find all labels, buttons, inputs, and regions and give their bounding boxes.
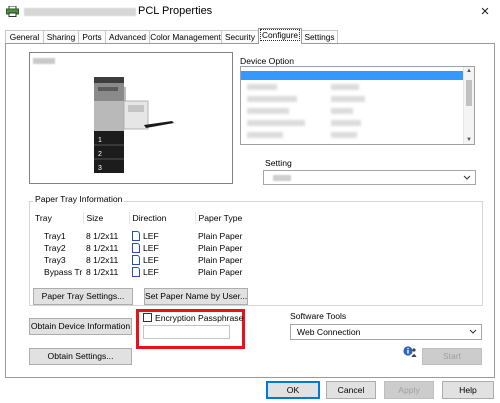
- tray-name: Tray3: [44, 255, 66, 265]
- document-lef-icon: [132, 255, 140, 265]
- document-lef-icon: [132, 243, 140, 253]
- model-name-redacted: [33, 58, 55, 64]
- obtain-settings-button[interactable]: Obtain Settings...: [29, 348, 132, 365]
- info-person-icon[interactable]: [402, 346, 418, 358]
- scroll-thumb[interactable]: [466, 80, 472, 106]
- close-icon[interactable]: ×: [472, 2, 498, 22]
- column-header-size: Size: [82, 212, 129, 224]
- document-lef-icon: [132, 267, 140, 277]
- start-button[interactable]: Start: [422, 348, 482, 365]
- tray-name: Tray2: [44, 243, 66, 253]
- tab-settings[interactable]: Settings: [301, 30, 338, 43]
- column-header-direction: Direction: [128, 212, 195, 224]
- redacted-value: [331, 108, 353, 114]
- redacted-option: [247, 120, 305, 126]
- redacted-option: [247, 96, 297, 102]
- encryption-passphrase-input[interactable]: [143, 325, 230, 339]
- table-row: Bypass Tr 8 1/2x11 LEF Plain Paper: [33, 266, 265, 278]
- tab-ports[interactable]: Ports: [78, 30, 106, 43]
- software-tools-value: Web Connection: [297, 327, 361, 337]
- column-header-paper-type: Paper Type: [194, 212, 265, 224]
- tab-general[interactable]: General: [5, 30, 44, 43]
- chevron-down-icon: [469, 329, 477, 334]
- tray-name: Tray1: [44, 231, 66, 241]
- scroll-up-icon[interactable]: ▲: [464, 68, 474, 74]
- redacted-value: [331, 132, 357, 138]
- tab-color-management[interactable]: Color Management: [149, 30, 222, 43]
- table-row: Tray1 8 1/2x11 LEF Plain Paper: [33, 230, 265, 242]
- ok-button[interactable]: OK: [266, 381, 320, 399]
- column-header-tray: Tray: [35, 213, 52, 223]
- printer-icon: [6, 6, 19, 17]
- tray-number-1: 1: [98, 137, 102, 144]
- table-row: Tray2 8 1/2x11 LEF Plain Paper: [33, 242, 265, 254]
- tray-number-3: 3: [98, 165, 102, 172]
- tray-name: Bypass Tr: [44, 267, 83, 277]
- encryption-passphrase-label: Encryption Passphrase: [155, 313, 244, 323]
- printer-illustration: 1 2 3: [94, 77, 174, 173]
- redacted-value: [331, 120, 361, 126]
- setting-select[interactable]: [263, 170, 476, 185]
- tray-direction: LEF: [143, 231, 159, 241]
- document-lef-icon: [132, 231, 140, 241]
- setting-value-redacted: [273, 175, 291, 181]
- table-row: Tray3 8 1/2x11 LEF Plain Paper: [33, 254, 265, 266]
- title-bar: PCL Properties ×: [0, 0, 500, 24]
- device-option-selected-row[interactable]: [241, 71, 463, 80]
- paper-tray-table: Tray Size Direction Paper Type Tray1 8 1…: [33, 212, 265, 278]
- tray-direction: LEF: [143, 255, 159, 265]
- obtain-device-information-button[interactable]: Obtain Device Information: [29, 318, 132, 335]
- tray-direction: LEF: [143, 243, 159, 253]
- tray-direction: LEF: [143, 267, 159, 277]
- cancel-button[interactable]: Cancel: [326, 381, 376, 399]
- tray-paper-type: Plain Paper: [198, 243, 243, 253]
- tab-configure[interactable]: Configure: [258, 28, 302, 44]
- printer-name-redacted: [24, 8, 136, 16]
- redacted-option: [247, 132, 283, 138]
- tray-size: 8 1/2x11: [86, 243, 119, 253]
- redacted-value: [331, 96, 365, 102]
- tray-size: 8 1/2x11: [86, 255, 119, 265]
- paper-tray-settings-button[interactable]: Paper Tray Settings...: [33, 288, 133, 305]
- tray-paper-type: Plain Paper: [198, 255, 243, 265]
- tray-paper-type: Plain Paper: [198, 231, 243, 241]
- paper-tray-title: Paper Tray Information: [33, 194, 125, 204]
- setting-label: Setting: [265, 158, 292, 168]
- chevron-down-icon: [463, 175, 471, 180]
- tab-advanced[interactable]: Advanced: [105, 30, 150, 43]
- help-button[interactable]: Help: [442, 381, 494, 399]
- software-tools-select[interactable]: Web Connection: [290, 324, 482, 340]
- device-option-scrollbar[interactable]: ▲ ▼: [463, 67, 474, 144]
- tray-size: 8 1/2x11: [86, 231, 119, 241]
- device-option-list[interactable]: ▲ ▼: [240, 66, 475, 145]
- tray-paper-type: Plain Paper: [198, 267, 243, 277]
- tab-security[interactable]: Security: [221, 30, 259, 43]
- device-option-label: Device Option: [240, 56, 294, 66]
- set-paper-name-button[interactable]: Set Paper Name by User...: [144, 288, 248, 305]
- redacted-option: [247, 108, 289, 114]
- redacted-option: [247, 84, 277, 90]
- redacted-value: [331, 84, 359, 90]
- scroll-down-icon[interactable]: ▼: [464, 137, 474, 143]
- tab-sharing[interactable]: Sharing: [43, 30, 79, 43]
- window-title: PCL Properties: [138, 5, 213, 17]
- table-header: Tray Size Direction Paper Type: [33, 212, 265, 224]
- encryption-passphrase-checkbox[interactable]: [143, 313, 152, 322]
- apply-button[interactable]: Apply: [384, 381, 434, 399]
- tray-size: 8 1/2x11: [86, 267, 119, 277]
- software-tools-label: Software Tools: [290, 311, 347, 321]
- tray-number-2: 2: [98, 151, 102, 158]
